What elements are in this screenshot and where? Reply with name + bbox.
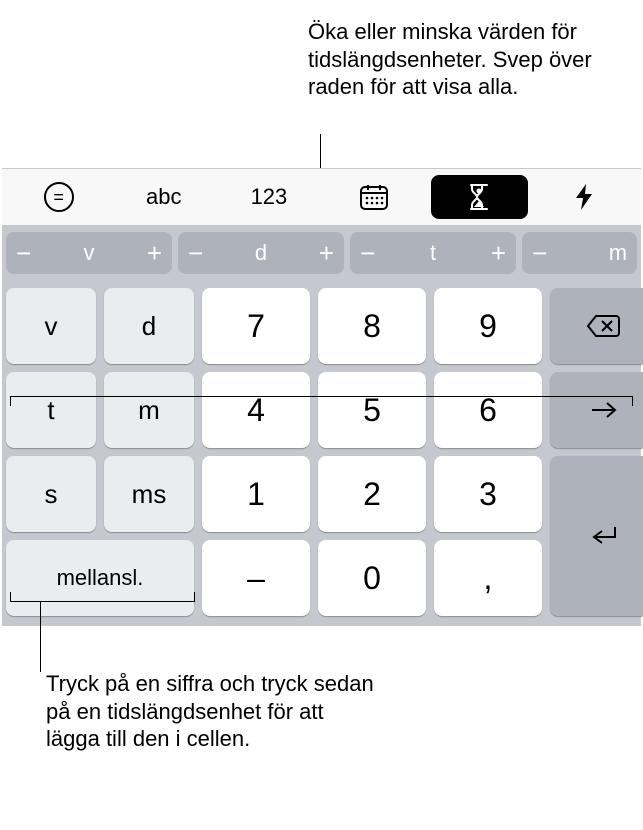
calendar-icon: [359, 183, 389, 211]
digit-7-key[interactable]: 7: [202, 288, 310, 364]
digit-8-key[interactable]: 8: [318, 288, 426, 364]
plus-icon[interactable]: +: [147, 240, 162, 266]
number-mode-button[interactable]: 123: [220, 175, 317, 219]
duration-stepper-weeks[interactable]: − v +: [6, 232, 172, 274]
duration-keyboard: = abc 123: [2, 168, 641, 626]
stepper-label: v: [84, 240, 95, 266]
plus-icon[interactable]: +: [319, 240, 334, 266]
hourglass-icon: [467, 182, 491, 212]
backspace-key[interactable]: [550, 288, 643, 364]
comma-key[interactable]: ,: [434, 540, 542, 616]
callout-top: Öka eller minska värden för tidslängdsen…: [308, 18, 633, 101]
digit-5-key[interactable]: 5: [318, 372, 426, 448]
unit-key-seconds[interactable]: s: [6, 456, 96, 532]
minus-icon[interactable]: −: [532, 240, 547, 266]
return-key[interactable]: [550, 456, 643, 616]
duration-stepper-hours[interactable]: − t +: [350, 232, 516, 274]
callout-bracket-bottom: [10, 592, 195, 602]
callout-bracket-top: [10, 396, 633, 406]
minus-icon[interactable]: −: [188, 240, 203, 266]
backspace-icon: [586, 313, 622, 339]
duration-stepper-minutes[interactable]: − m: [522, 232, 637, 274]
duration-stepper-row[interactable]: − v + − d + − t + − m: [2, 226, 641, 280]
digit-0-key[interactable]: 0: [318, 540, 426, 616]
unit-key-minutes[interactable]: m: [104, 372, 194, 448]
keyboard-mode-toolbar: = abc 123: [2, 168, 641, 226]
digit-2-key[interactable]: 2: [318, 456, 426, 532]
digit-1-key[interactable]: 1: [202, 456, 310, 532]
duration-stepper-days[interactable]: − d +: [178, 232, 344, 274]
equals-icon: =: [44, 182, 74, 212]
stepper-label: m: [609, 240, 627, 266]
unit-key-weeks[interactable]: v: [6, 288, 96, 364]
unit-key-days[interactable]: d: [104, 288, 194, 364]
stepper-label: t: [430, 240, 436, 266]
digit-6-key[interactable]: 6: [434, 372, 542, 448]
quick-entry-button[interactable]: [536, 175, 633, 219]
minus-icon[interactable]: −: [16, 240, 31, 266]
callout-bottom: Tryck på en siffra och tryck sedan på en…: [46, 670, 376, 753]
next-cell-key[interactable]: [550, 372, 643, 448]
unit-key-milliseconds[interactable]: ms: [104, 456, 194, 532]
text-mode-button[interactable]: abc: [115, 175, 212, 219]
duration-mode-button[interactable]: [431, 175, 528, 219]
keypad: v d 7 8 9 t m 4 5 6: [2, 280, 641, 626]
stepper-label: d: [255, 240, 267, 266]
date-mode-button[interactable]: [326, 175, 423, 219]
lightning-icon: [573, 182, 595, 212]
minus-icon[interactable]: −: [360, 240, 375, 266]
digit-3-key[interactable]: 3: [434, 456, 542, 532]
plus-icon[interactable]: +: [491, 240, 506, 266]
dash-key[interactable]: –: [202, 540, 310, 616]
unit-key-hours[interactable]: t: [6, 372, 96, 448]
space-key[interactable]: mellansl.: [6, 540, 194, 616]
formula-mode-button[interactable]: =: [10, 175, 107, 219]
return-icon: [588, 523, 620, 549]
digit-9-key[interactable]: 9: [434, 288, 542, 364]
digit-4-key[interactable]: 4: [202, 372, 310, 448]
